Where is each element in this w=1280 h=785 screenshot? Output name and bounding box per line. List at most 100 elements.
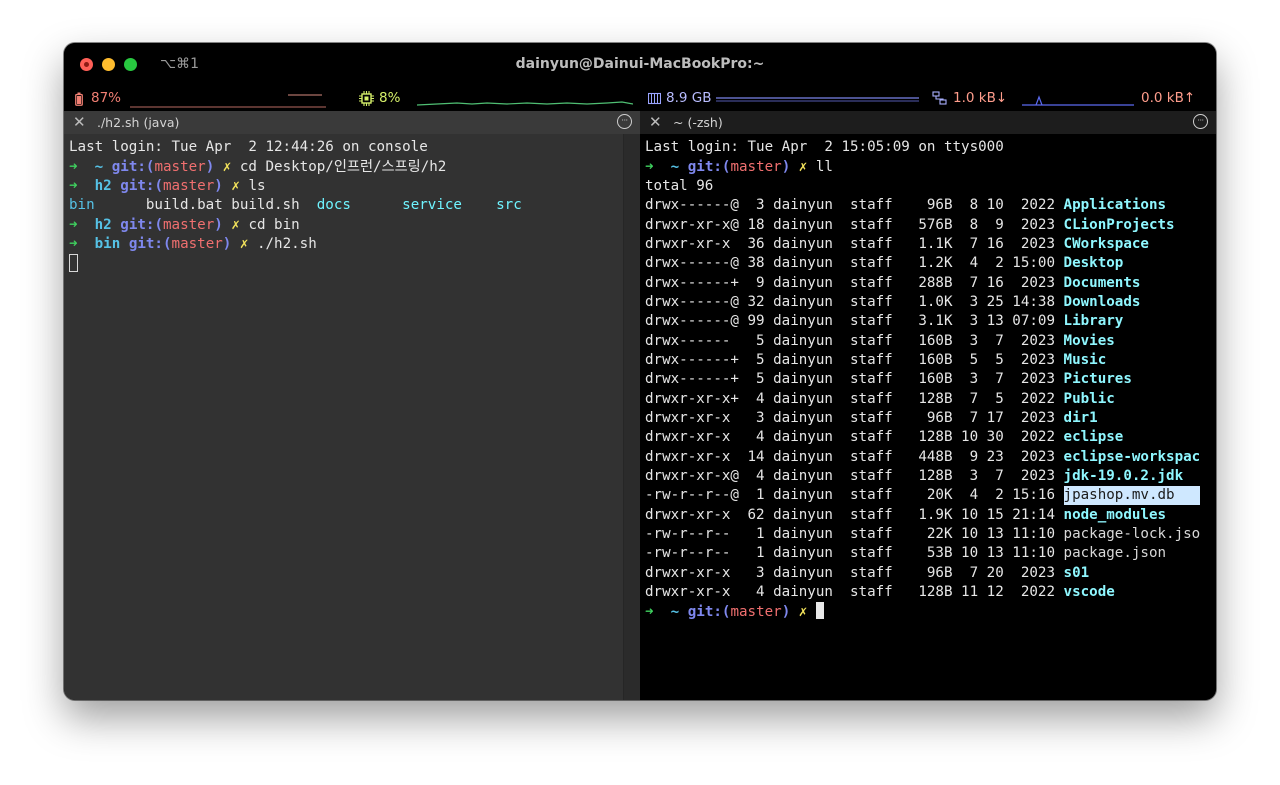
- list-item-name[interactable]: Public: [1064, 391, 1115, 407]
- list-item-name[interactable]: dir1: [1064, 410, 1098, 426]
- list-item-name[interactable]: CWorkspace: [1064, 236, 1149, 252]
- list-item-meta: -rw-r--r-- 1 dainyun staff 22K 10 13 11:…: [645, 525, 1064, 542]
- list-item-meta: -rw-r--r-- 1 dainyun staff 53B 10 13 11:…: [645, 545, 1064, 562]
- list-item-meta: drwx------+ 5 dainyun staff 160B 5 5 202…: [645, 351, 1064, 368]
- list-item-name[interactable]: Desktop: [1064, 255, 1124, 271]
- list-item: drwxr-xr-x 14 dainyun staff 448B 9 23 20…: [645, 448, 1209, 467]
- right-pane-scrollbar[interactable]: [1200, 134, 1216, 700]
- tab-left-title: ./h2.sh (java): [97, 115, 180, 130]
- total-line: total 96: [645, 177, 714, 194]
- memory-usage: 8.9 GB: [666, 90, 712, 106]
- tab-left-session[interactable]: ✕ ./h2.sh (java) ···: [64, 111, 640, 134]
- list-item: drwxr-xr-x@ 4 dainyun staff 128B 3 7 202…: [645, 467, 1183, 486]
- close-tab-icon[interactable]: ✕: [649, 113, 662, 131]
- list-item-name[interactable]: package.json: [1064, 545, 1167, 561]
- list-item: drwxr-xr-x 62 dainyun staff 1.9K 10 15 2…: [645, 506, 1166, 525]
- tab-menu-icon[interactable]: ···: [617, 114, 632, 129]
- list-item-name[interactable]: vscode: [1064, 584, 1115, 600]
- list-item: drwx------@ 99 dainyun staff 3.1K 3 13 0…: [645, 312, 1123, 331]
- list-item-meta: drwxr-xr-x 3 dainyun staff 96B 7 17 2023: [645, 409, 1064, 426]
- list-item: drwxr-xr-x 4 dainyun staff 128B 10 30 20…: [645, 428, 1123, 447]
- list-item-name[interactable]: eclipse-workspace: [1064, 449, 1209, 465]
- network-up: 0.0 kB↑: [1141, 90, 1196, 106]
- list-item-name[interactable]: CLionProjects: [1064, 217, 1175, 233]
- list-item: drwxr-xr-x 3 dainyun staff 96B 7 20 2023…: [645, 564, 1089, 583]
- tab-right-session[interactable]: ✕ ~ (-zsh) ···: [640, 111, 1216, 134]
- list-item: drwx------ 5 dainyun staff 160B 3 7 2023…: [645, 332, 1115, 351]
- left-terminal-pane[interactable]: Last login: Tue Apr 2 12:44:26 on consol…: [64, 134, 640, 700]
- list-item-name[interactable]: Pictures: [1064, 371, 1132, 387]
- prompt-line: ➜ ~ git:(master) ✗ cd Desktop/인프런/스프링/h2: [69, 158, 447, 175]
- battery-graph: [130, 94, 326, 108]
- cpu-graph: [417, 101, 633, 106]
- list-item: drwx------@ 3 dainyun staff 96B 8 10 202…: [645, 196, 1166, 215]
- tab-menu-icon[interactable]: ···: [1193, 114, 1208, 129]
- network-icon: [932, 91, 947, 105]
- terminal-window: ⌥⌘1 dainyun@Dainui-MacBookPro:~ 87% 8% 8…: [64, 43, 1216, 700]
- prompt-line: ➜ h2 git:(master) ✗ cd bin: [69, 216, 300, 233]
- list-item: -rw-r--r--@ 1 dainyun staff 20K 4 2 15:1…: [645, 486, 1215, 506]
- list-item-meta: drwxr-xr-x 4 dainyun staff 128B 10 30 20…: [645, 429, 1064, 446]
- status-bar: 87% 8% 8.9 GB 1.0 kB↓ 0.0 kB↑: [64, 87, 1216, 111]
- left-pane-scrollbar[interactable]: [623, 134, 641, 700]
- list-item: drwx------@ 32 dainyun staff 1.0K 3 25 1…: [645, 293, 1140, 312]
- list-item-meta: drwxr-xr-x 14 dainyun staff 448B 9 23 20…: [645, 448, 1064, 465]
- cpu-icon: [359, 91, 374, 106]
- list-item-meta: drwx------@ 38 dainyun staff 1.2K 4 2 15…: [645, 255, 1064, 272]
- prompt-line: ➜ h2 git:(master) ✗ ls: [69, 177, 266, 194]
- list-item-meta: drwxr-xr-x 3 dainyun staff 96B 7 20 2023: [645, 564, 1064, 581]
- list-item-name[interactable]: Downloads: [1064, 294, 1141, 310]
- list-item-meta: drwxr-xr-x+ 4 dainyun staff 128B 7 5 202…: [645, 390, 1064, 407]
- memory-icon: [648, 92, 661, 105]
- prompt-line: ➜ ~ git:(master) ✗ ll: [645, 158, 833, 175]
- list-item-meta: drwxr-xr-x 62 dainyun staff 1.9K 10 15 2…: [645, 506, 1064, 523]
- list-item: drwxr-xr-x@ 18 dainyun staff 576B 8 9 20…: [645, 216, 1175, 235]
- list-item-meta: drwxr-xr-x 36 dainyun staff 1.1K 7 16 20…: [645, 235, 1064, 252]
- last-login-line: Last login: Tue Apr 2 12:44:26 on consol…: [69, 139, 428, 155]
- prompt-line: ➜ ~ git:(master) ✗: [645, 602, 824, 622]
- battery-percent: 87%: [91, 90, 122, 106]
- list-item: drwxr-xr-x 3 dainyun staff 96B 7 17 2023…: [645, 409, 1098, 428]
- list-item-meta: drwx------@ 32 dainyun staff 1.0K 3 25 1…: [645, 293, 1064, 310]
- list-item-name[interactable]: eclipse: [1064, 429, 1124, 445]
- list-item-meta: drwx------@ 3 dainyun staff 96B 8 10 202…: [645, 197, 1064, 214]
- network-down: 1.0 kB↓: [953, 90, 1008, 106]
- ls-output-line: bin build.bat build.sh docs service src: [69, 197, 522, 214]
- last-login-line: Last login: Tue Apr 2 15:05:09 on ttys00…: [645, 139, 1004, 155]
- network-graph: [1022, 95, 1134, 106]
- prompt-line: ➜ bin git:(master) ✗ ./h2.sh: [69, 235, 317, 252]
- list-item-name[interactable]: s01: [1064, 565, 1090, 581]
- list-item-meta: drwxr-xr-x 4 dainyun staff 128B 11 12 20…: [645, 583, 1064, 600]
- list-item-name[interactable]: jpashop.mv.db: [1063, 486, 1215, 506]
- list-item-meta: drwxr-xr-x@ 4 dainyun staff 128B 3 7 202…: [645, 467, 1064, 484]
- terminal-cursor: [815, 602, 824, 620]
- list-item: drwxr-xr-x 4 dainyun staff 128B 11 12 20…: [645, 583, 1115, 602]
- list-item-name[interactable]: package-lock.json: [1064, 526, 1209, 542]
- tab-right-title: ~ (-zsh): [673, 115, 723, 130]
- list-item: -rw-r--r-- 1 dainyun staff 53B 10 13 11:…: [645, 544, 1166, 563]
- list-item: -rw-r--r-- 1 dainyun staff 22K 10 13 11:…: [645, 525, 1209, 544]
- list-item: drwx------+ 5 dainyun staff 160B 5 5 202…: [645, 351, 1106, 370]
- list-item: drwx------+ 5 dainyun staff 160B 3 7 202…: [645, 370, 1132, 389]
- list-item-name[interactable]: Applications: [1064, 197, 1167, 213]
- list-item-name[interactable]: jdk-19.0.2.jdk: [1064, 468, 1184, 484]
- list-item-name[interactable]: Music: [1064, 352, 1107, 368]
- title-bar[interactable]: ⌥⌘1 dainyun@Dainui-MacBookPro:~: [64, 43, 1216, 87]
- list-item-meta: drwx------+ 5 dainyun staff 160B 3 7 202…: [645, 371, 1064, 388]
- list-item: drwx------+ 9 dainyun staff 288B 7 16 20…: [645, 274, 1140, 293]
- terminal-cursor: [69, 254, 78, 275]
- right-terminal-pane[interactable]: Last login: Tue Apr 2 15:05:09 on ttys00…: [640, 134, 1215, 700]
- memory-graph: [716, 97, 919, 102]
- list-item-meta: -rw-r--r--@ 1 dainyun staff 20K 4 2 15:1…: [645, 487, 1064, 504]
- close-tab-icon[interactable]: ✕: [73, 113, 86, 131]
- list-item-meta: drwx------@ 99 dainyun staff 3.1K 3 13 0…: [645, 313, 1064, 330]
- list-item-meta: drwx------+ 9 dainyun staff 288B 7 16 20…: [645, 274, 1064, 291]
- list-item-name[interactable]: Documents: [1064, 275, 1141, 291]
- list-item-name[interactable]: Movies: [1064, 333, 1115, 349]
- list-item-meta: drwxr-xr-x@ 18 dainyun staff 576B 8 9 20…: [645, 216, 1064, 233]
- list-item-name[interactable]: Library: [1064, 313, 1124, 329]
- battery-icon: [75, 92, 83, 106]
- cpu-percent: 8%: [379, 90, 401, 106]
- list-item-name[interactable]: node_modules: [1064, 507, 1167, 523]
- list-item-meta: drwx------ 5 dainyun staff 160B 3 7 2023: [645, 332, 1064, 349]
